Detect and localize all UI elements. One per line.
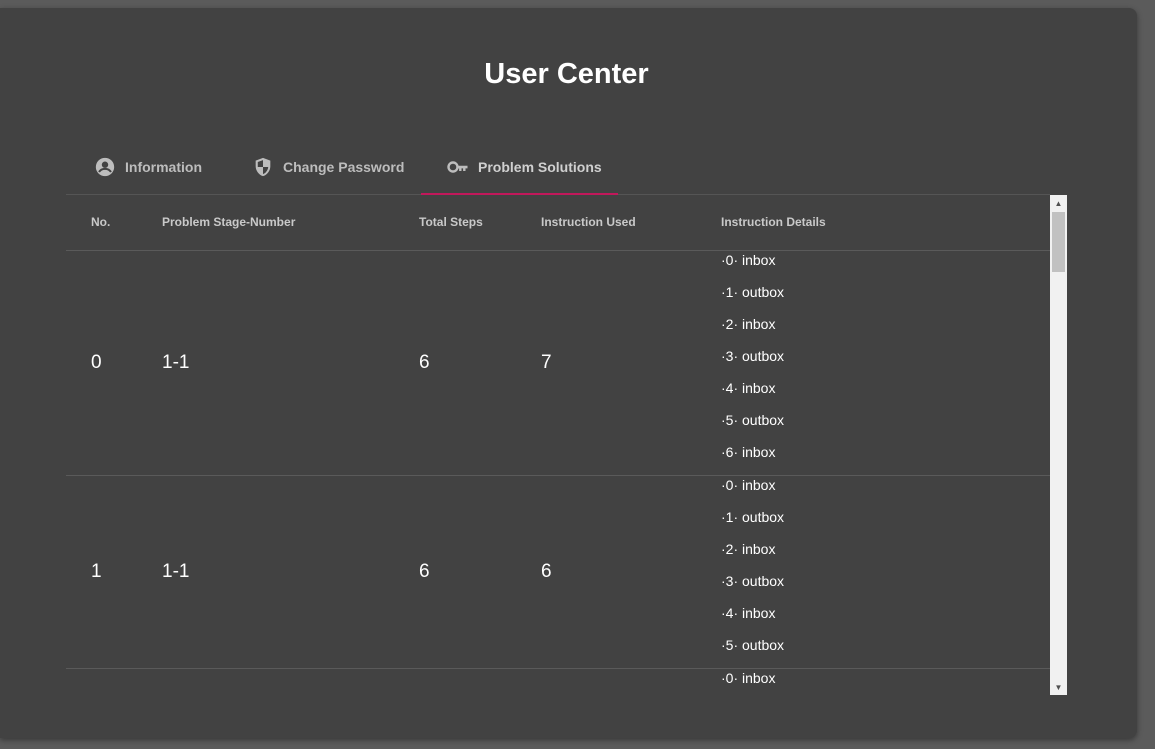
instruction-detail: ·5· outbox [721,637,785,653]
tab-problem-solutions-label: Problem Solutions [478,158,602,175]
instruction-detail: ·0· inbox [721,477,776,493]
cell-instruction-used: 7 [541,352,552,373]
tab-information[interactable]: Information [93,139,202,194]
instruction-detail: ·1· outbox [721,509,785,525]
table-row: ·0· inbox [66,669,1050,695]
shield-icon [251,155,275,179]
instruction-detail: ·0· inbox [721,670,776,686]
tab-change-password-label: Change Password [283,158,405,175]
cell-stage: 1-1 [162,561,190,582]
instruction-detail: ·0· inbox [721,252,776,268]
table-row: 1 1-1 6 6 ·0· inbox ·1· outbox ·2· inbox… [66,476,1050,669]
tab-information-label: Information [125,158,202,175]
scroll-up-arrow-icon[interactable]: ▲ [1050,195,1067,211]
cell-instruction-used: 6 [541,561,552,582]
user-center-card: User Center Information Change Password … [0,8,1137,738]
tab-problem-solutions[interactable]: Problem Solutions [446,139,602,194]
cell-total-steps: 6 [419,352,430,373]
table-header: No. Problem Stage-Number Total Steps Ins… [66,195,1050,251]
cell-no: 1 [91,561,102,582]
instruction-detail: ·4· inbox [721,380,776,396]
instruction-details-list: ·0· inbox ·1· outbox ·2· inbox ·3· outbo… [721,251,784,475]
header-instruction-details: Instruction Details [721,215,826,229]
header-total-steps: Total Steps [419,215,483,229]
instruction-detail: ·3· outbox [721,348,785,364]
header-no: No. [91,215,111,229]
instruction-detail: ·5· outbox [721,412,785,428]
scrollbar-thumb[interactable] [1052,212,1065,272]
cell-no: 0 [91,352,102,373]
tab-bar: Information Change Password Problem Solu… [66,139,1050,195]
tab-change-password[interactable]: Change Password [251,139,404,194]
instruction-details-list: ·0· inbox ·1· outbox ·2· inbox ·3· outbo… [721,476,784,668]
header-instruction-used: Instruction Used [541,215,636,229]
solutions-table: No. Problem Stage-Number Total Steps Ins… [66,195,1050,695]
instruction-detail: ·2· inbox [721,316,776,332]
cell-stage: 1-1 [162,352,190,373]
instruction-detail: ·3· outbox [721,573,785,589]
instruction-details-list: ·0· inbox [721,669,775,695]
cell-total-steps: 6 [419,561,430,582]
scroll-down-arrow-icon[interactable]: ▼ [1050,679,1067,695]
instruction-detail: ·4· inbox [721,605,776,621]
page-title: User Center [484,58,649,90]
table-scrollbar[interactable]: ▲ ▼ [1050,195,1067,695]
account-circle-icon [93,155,117,179]
instruction-detail: ·1· outbox [721,284,785,300]
table-row: 0 1-1 6 7 ·0· inbox ·1· outbox ·2· inbox… [66,251,1050,476]
header-stage-number: Problem Stage-Number [162,215,296,229]
instruction-detail: ·2· inbox [721,541,776,557]
key-icon [446,155,470,179]
instruction-detail: ·6· inbox [721,444,776,460]
